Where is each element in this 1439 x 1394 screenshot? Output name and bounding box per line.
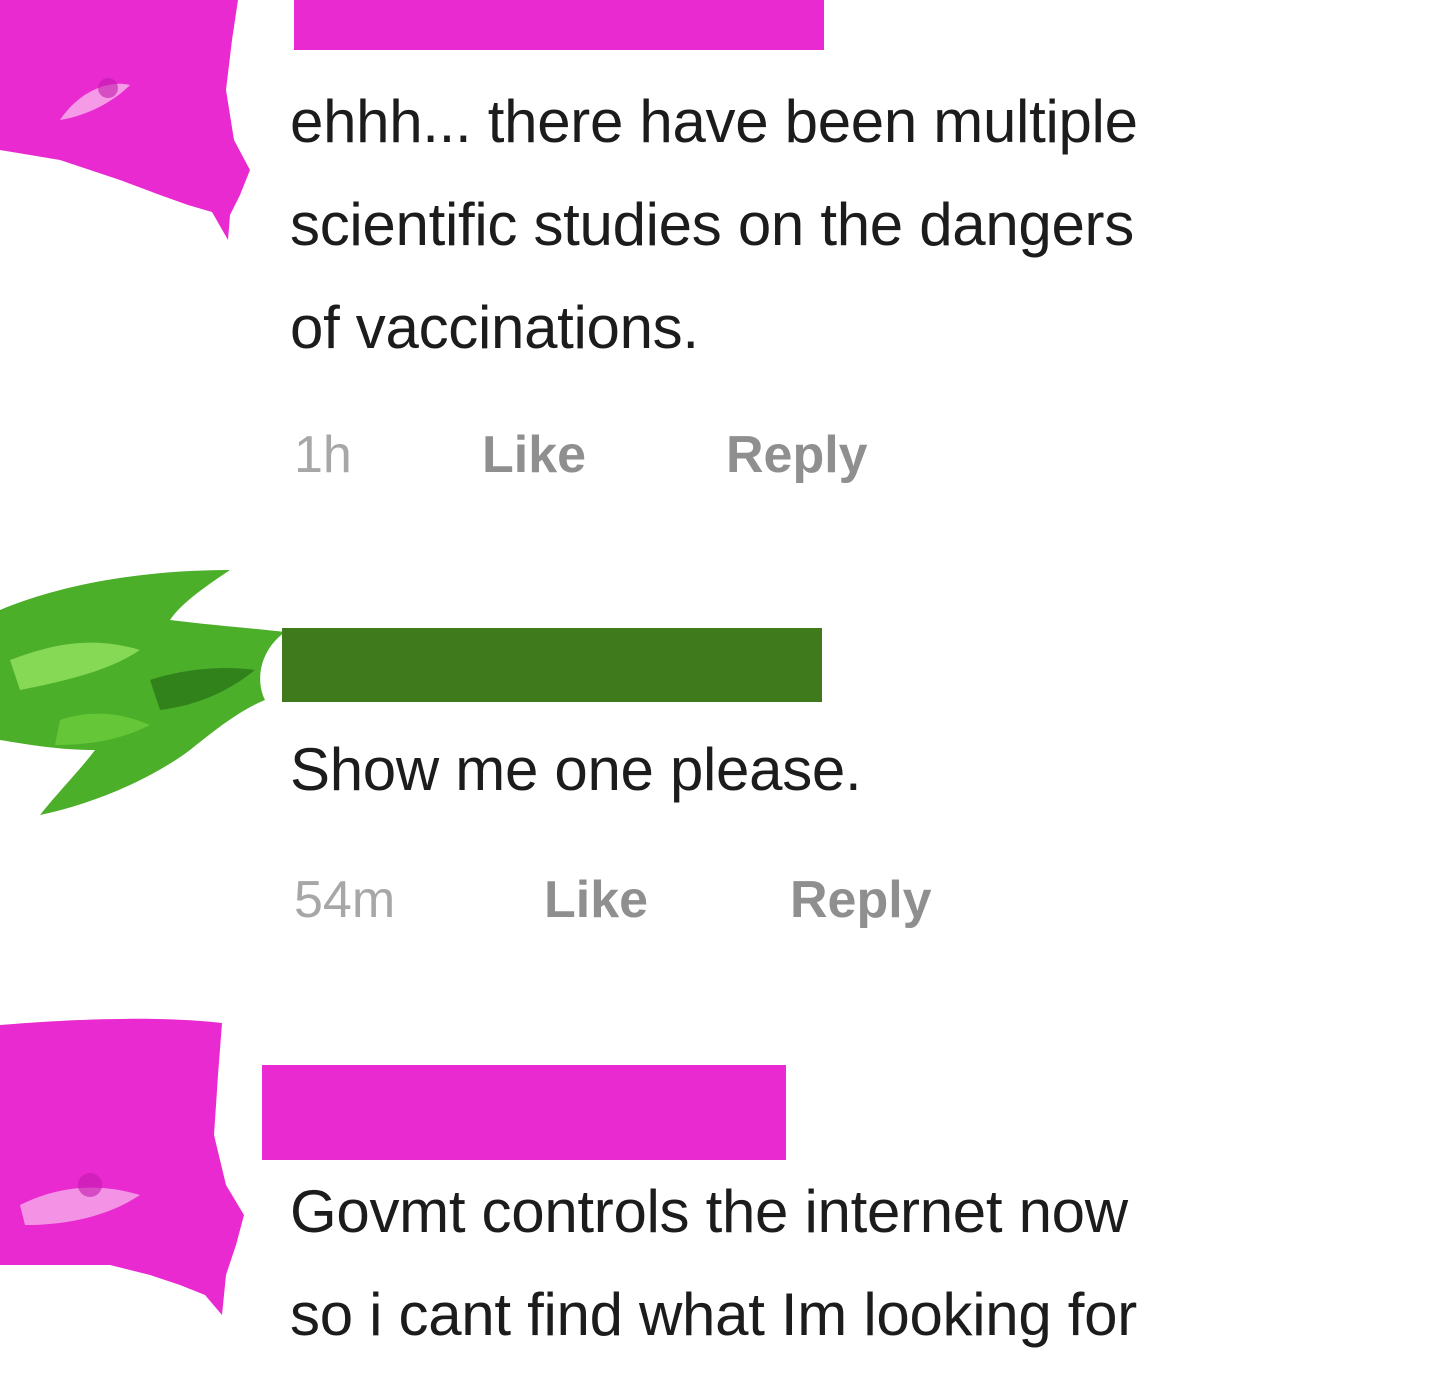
comment-2-actions: 54m Like Reply (294, 870, 994, 930)
comment-1: ehhh... there have been multiple scienti… (0, 0, 1439, 520)
comment-2-text: Show me one please. (290, 718, 1439, 821)
redacted-name-3 (262, 1065, 786, 1160)
redacted-avatar-1[interactable] (0, 0, 270, 250)
redacted-avatar-2[interactable] (0, 540, 290, 830)
comment-2-like-button[interactable]: Like (544, 870, 648, 930)
comment-1-reply-button[interactable]: Reply (726, 425, 868, 485)
comment-2-timestamp: 54m (294, 871, 396, 929)
comment-3-text: Govmt controls the internet now so i can… (290, 1160, 1439, 1366)
comment-3-line-1: Govmt controls the internet now (290, 1178, 1128, 1245)
comment-3-line-2: so i cant find what Im looking for (290, 1281, 1137, 1348)
redacted-avatar-3[interactable] (0, 1015, 260, 1345)
comment-1-line-2: scientific studies on the dangers (290, 191, 1134, 258)
comment-1-line-3: of vaccinations. (290, 294, 699, 361)
comment-1-like-button[interactable]: Like (482, 425, 586, 485)
comment-2: Show me one please. 54m Like Reply (0, 540, 1439, 980)
comment-1-line-1: ehhh... there have been multiple (290, 88, 1138, 155)
comment-1-text: ehhh... there have been multiple scienti… (290, 70, 1439, 379)
redacted-name-1 (294, 0, 824, 50)
comment-1-timestamp: 1h (294, 426, 352, 484)
comment-2-line-1: Show me one please. (290, 736, 862, 803)
comment-1-actions: 1h Like Reply (294, 425, 994, 485)
comment-2-reply-button[interactable]: Reply (790, 870, 932, 930)
redacted-name-2 (282, 628, 822, 702)
comment-3: Govmt controls the internet now so i can… (0, 1015, 1439, 1394)
